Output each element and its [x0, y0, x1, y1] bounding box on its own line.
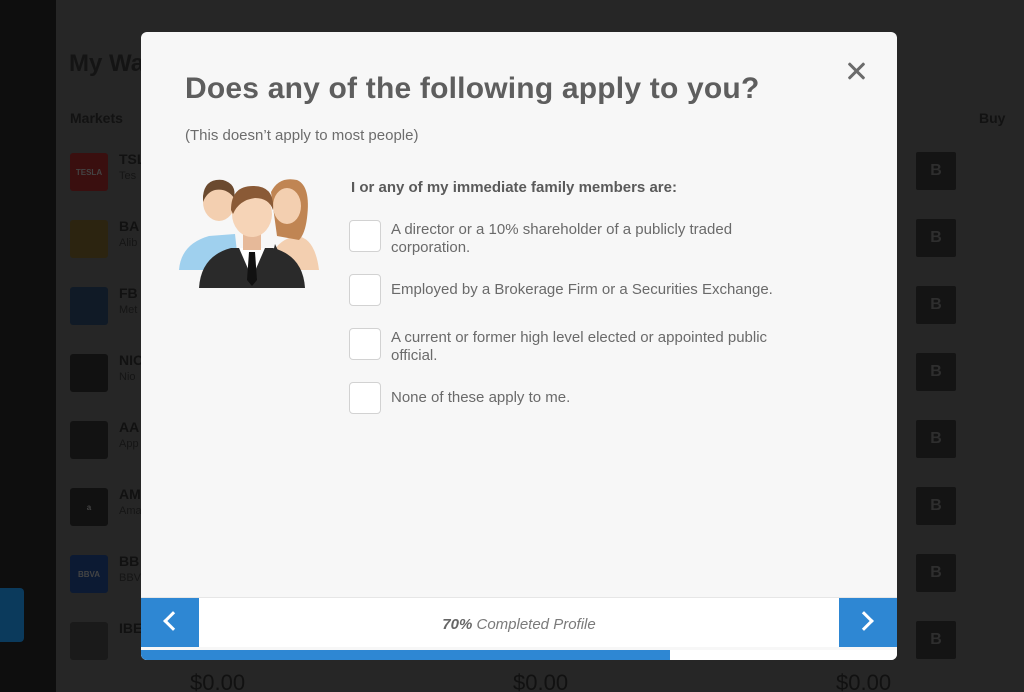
asset-logo: [70, 421, 108, 459]
option-label: None of these apply to me.: [391, 389, 571, 406]
asset-logo: TESLA: [70, 153, 108, 191]
price-value: $0.00: [190, 670, 246, 692]
asset-logo: a: [70, 488, 108, 526]
close-icon[interactable]: [843, 58, 869, 84]
buy-button: B: [916, 219, 956, 257]
asset-symbol: BB: [119, 553, 140, 569]
people-group-icon: [179, 179, 319, 288]
page-title: My Wa: [69, 50, 145, 77]
buy-column-header: Buy: [979, 110, 1006, 126]
price-value: $0.00: [836, 670, 892, 692]
buy-button: B: [916, 420, 956, 458]
buy-button: B: [916, 152, 956, 190]
asset-name: Met: [119, 304, 138, 316]
asset-symbol: AM: [119, 486, 141, 502]
compliance-modal: Does any of the following apply to you? …: [141, 32, 897, 660]
question-label: I or any of my immediate family members …: [351, 179, 677, 196]
checkbox[interactable]: [349, 382, 381, 414]
option-label: A current or former high level elected o…: [391, 329, 768, 364]
asset-name: Nio: [119, 371, 136, 383]
asset-symbol: AA: [119, 419, 140, 435]
asset-logo: [70, 220, 108, 258]
checkbox[interactable]: [349, 220, 381, 252]
modal-subtitle: (This doesn’t apply to most people): [185, 127, 419, 144]
modal-title: Does any of the following apply to you?: [185, 72, 760, 105]
progress-bar-fill: [141, 650, 671, 660]
asset-name: Ama: [119, 505, 142, 517]
buy-button: B: [916, 621, 956, 659]
asset-logo: [70, 354, 108, 392]
checkbox[interactable]: [349, 274, 381, 306]
next-button[interactable]: [839, 598, 897, 647]
buy-button: B: [916, 487, 956, 525]
markets-column-header: Markets: [70, 110, 123, 126]
asset-name: Alib: [119, 237, 138, 249]
asset-name: App: [119, 438, 139, 450]
asset-logo: BBVA: [70, 555, 108, 593]
progress-caption: Completed Profile: [476, 616, 596, 633]
buy-button: B: [916, 353, 956, 391]
buy-button: B: [916, 554, 956, 592]
buy-button: B: [916, 286, 956, 324]
option-label: Employed by a Brokerage Firm or a Securi…: [391, 281, 773, 298]
asset-symbol: FB: [119, 285, 138, 301]
checkbox[interactable]: [349, 328, 381, 360]
progress-percent: 70%: [442, 616, 473, 633]
chevron-right-icon: [854, 611, 874, 631]
progress-bar: [141, 650, 897, 660]
sidebar-action-button: [0, 588, 24, 642]
price-value: $0.00: [513, 670, 569, 692]
asset-name: Tes: [119, 170, 137, 182]
option-label: A director or a 10% shareholder of a pub…: [391, 221, 733, 256]
asset-logo: [70, 622, 108, 660]
asset-symbol: BA: [119, 218, 140, 234]
asset-symbol: IBE: [119, 620, 143, 636]
asset-name: BBV: [119, 572, 142, 584]
asset-logo: [70, 287, 108, 325]
progress-label: 70% Completed Profile: [141, 616, 897, 633]
